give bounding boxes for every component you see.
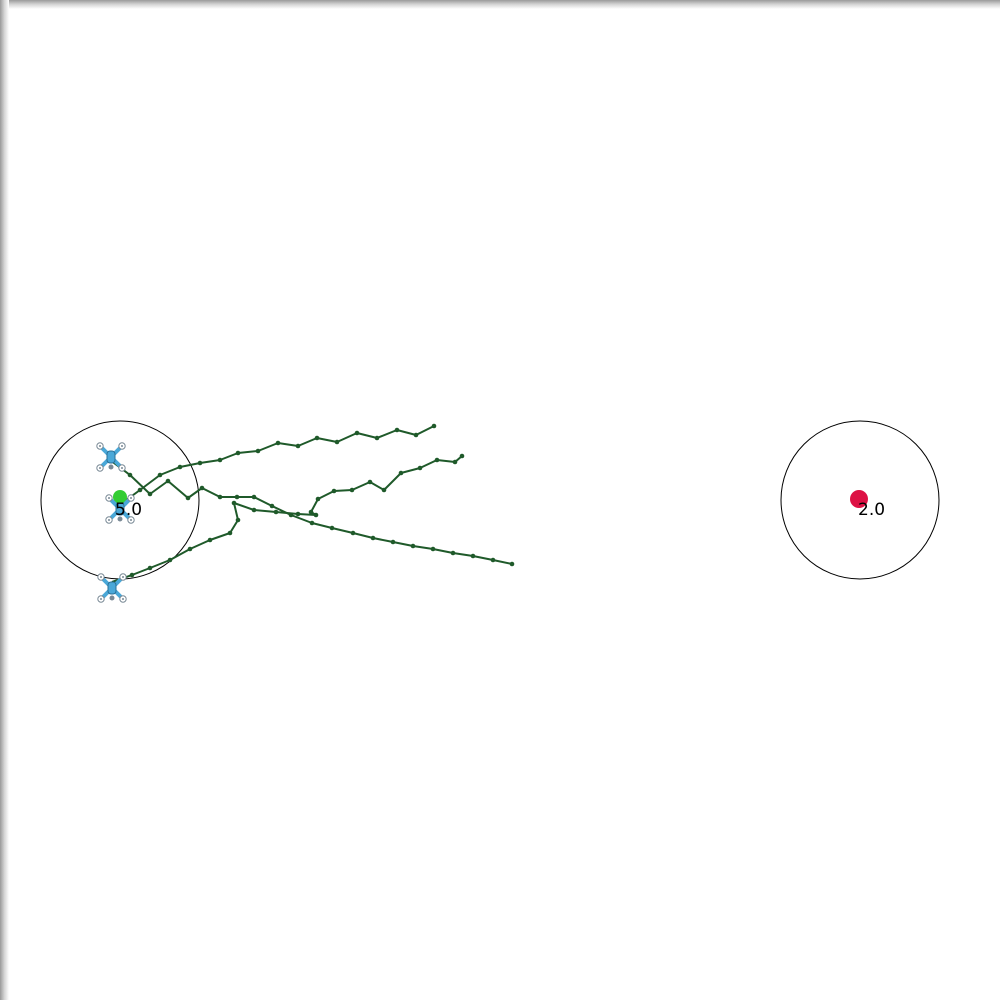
trail-waypoint (273, 509, 279, 515)
trail-waypoint (450, 550, 456, 556)
trail-waypoint (199, 485, 205, 491)
quadcopter-icon[interactable] (97, 573, 127, 603)
trail-waypoint (430, 546, 436, 552)
trail-waypoint (367, 479, 373, 485)
trail-waypoint (187, 546, 193, 552)
trail-waypoint (434, 457, 440, 463)
trail-waypoint (227, 530, 233, 536)
trail-waypoint (137, 487, 143, 493)
trail-waypoint (157, 472, 163, 478)
trail-waypoint (275, 440, 281, 446)
trail-waypoint (315, 496, 321, 502)
trail-waypoint (165, 478, 171, 484)
flight-trail-2 (117, 425, 435, 507)
trail-waypoint (314, 435, 320, 441)
trail-waypoint (490, 557, 496, 563)
trail-waypoint (370, 535, 376, 541)
trail-waypoint (413, 432, 419, 438)
trail-waypoint (251, 494, 257, 500)
trail-waypoint (329, 525, 335, 531)
trail-waypoint (231, 500, 237, 506)
trail-waypoint (207, 537, 213, 543)
trail-waypoint (269, 503, 275, 509)
trail-waypoint (459, 453, 465, 459)
trail-waypoint (509, 561, 515, 567)
trail-waypoint (349, 487, 355, 493)
flight-trail-3 (111, 455, 463, 583)
simulation-canvas: 5.0 2.0 (40, 420, 940, 603)
trail-waypoint (251, 507, 257, 513)
trail-waypoint (390, 539, 396, 545)
trail-waypoint (331, 488, 337, 494)
trail-waypoint (350, 530, 356, 536)
trail-waypoint (295, 443, 301, 449)
trail-waypoint (235, 517, 241, 523)
game-viewport: 5.0 2.0 (0, 0, 1000, 1000)
trail-waypoint (295, 511, 301, 517)
trail-waypoint (309, 520, 315, 526)
trail-waypoint (470, 553, 476, 559)
trail-waypoint (410, 543, 416, 549)
trail-waypoint (313, 512, 319, 518)
trail-waypoint (167, 557, 173, 563)
trail-waypoint (197, 460, 203, 466)
trail-waypoint (255, 448, 261, 454)
goal-zone-label: 2.0 (858, 500, 885, 520)
trail-waypoint (217, 457, 223, 463)
start-zone-label: 5.0 (115, 500, 142, 520)
trail-waypoint (354, 430, 360, 436)
trail-waypoint (235, 450, 241, 456)
flight-trails (109, 423, 515, 583)
trail-waypoint (177, 464, 183, 470)
trail-waypoint (452, 459, 458, 465)
trail-waypoint (431, 423, 437, 429)
trail-waypoint (127, 472, 133, 478)
trail-waypoint (417, 465, 423, 471)
trail-waypoint (147, 565, 153, 571)
trail-waypoint (398, 470, 404, 476)
trail-waypoint (381, 487, 387, 493)
trail-waypoint (185, 495, 191, 501)
trail-waypoint (217, 494, 223, 500)
trail-waypoint (334, 439, 340, 445)
quadcopter-icon[interactable] (96, 442, 126, 472)
trail-waypoint (234, 494, 240, 500)
trail-waypoint (147, 491, 153, 497)
trail-waypoint (394, 427, 400, 433)
trail-waypoint (374, 435, 380, 441)
trail-waypoint (129, 572, 135, 578)
trail-waypoint (308, 509, 314, 515)
